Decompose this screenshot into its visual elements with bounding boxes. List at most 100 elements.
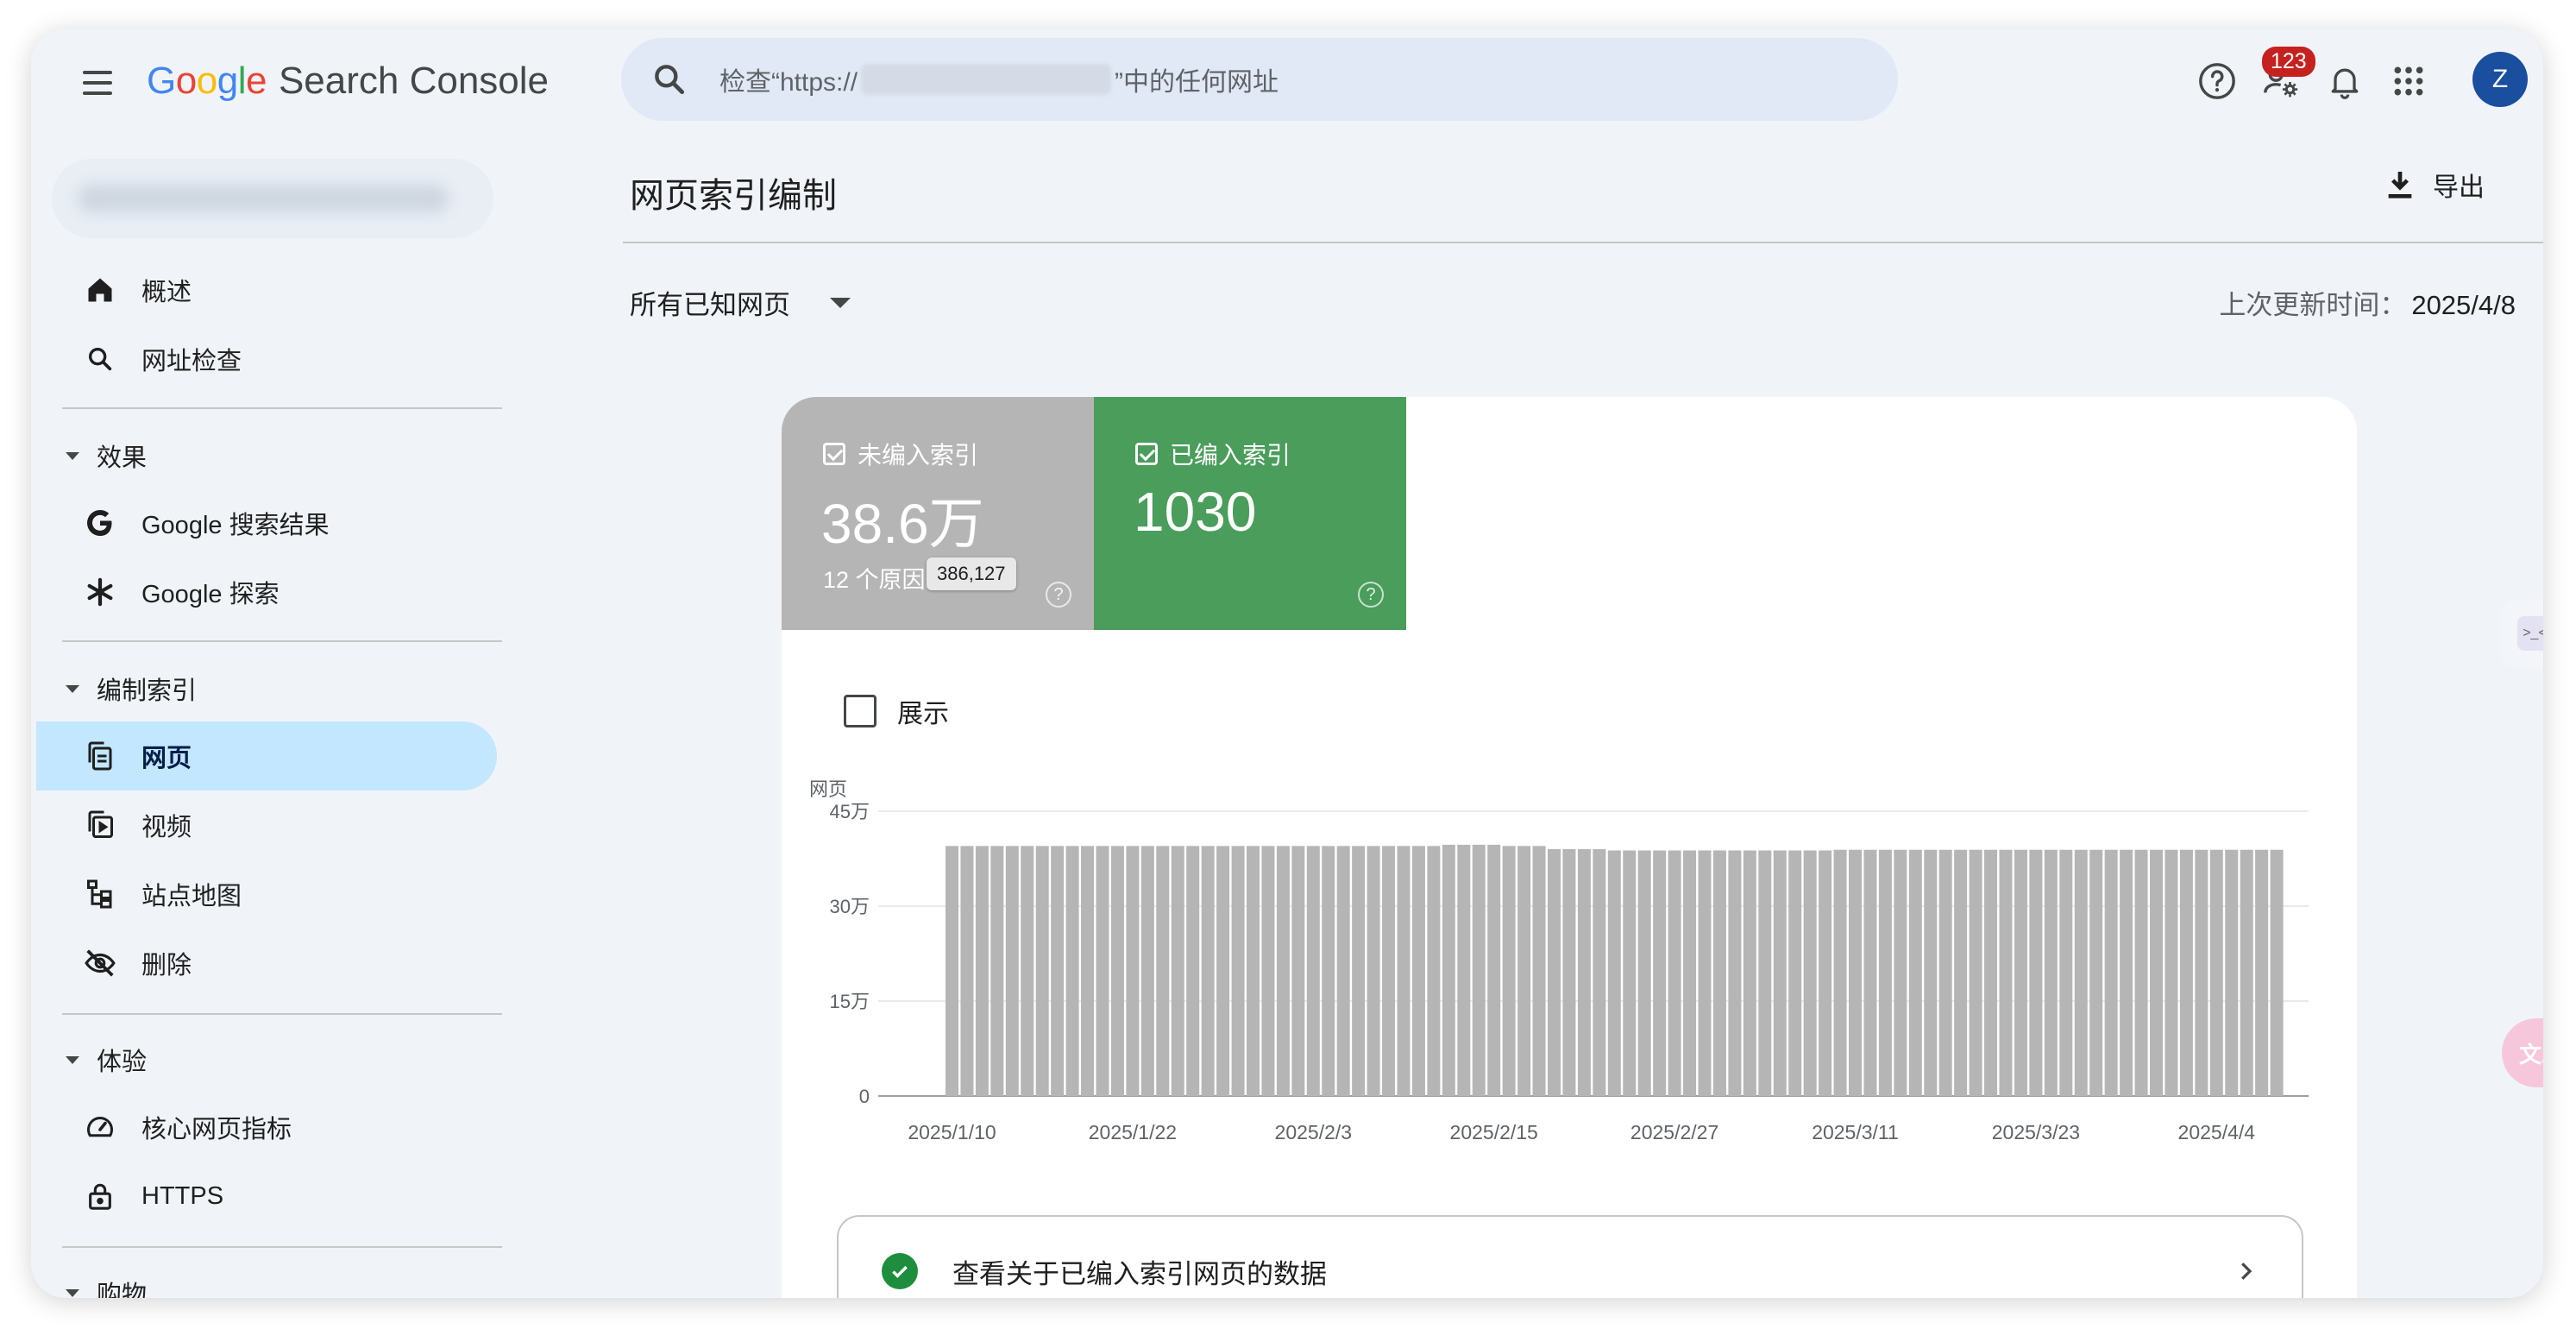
chart-bar[interactable]: [2225, 849, 2239, 1096]
chart-bar[interactable]: [1336, 846, 1350, 1096]
chart-bar[interactable]: [2074, 849, 2088, 1096]
chart-bar[interactable]: [1216, 846, 1230, 1096]
chart-bar[interactable]: [1758, 850, 1772, 1096]
chart-bar[interactable]: [1833, 849, 1847, 1096]
help-icon[interactable]: ?: [1358, 582, 1384, 608]
chart-bar[interactable]: [2120, 849, 2133, 1096]
chart-bar[interactable]: [1487, 844, 1501, 1096]
sidebar-item-google-search[interactable]: Google 搜索结果: [36, 488, 497, 557]
sidebar-item-sitemaps[interactable]: 站点地图: [36, 860, 497, 929]
chart-bar[interactable]: [1306, 846, 1320, 1096]
chart-bar[interactable]: [1668, 850, 1681, 1096]
chart-bar[interactable]: [1110, 846, 1124, 1096]
search-console-logo[interactable]: Google Search Console: [147, 55, 549, 107]
chart-bar[interactable]: [975, 846, 989, 1096]
chart-bar[interactable]: [1938, 849, 1952, 1096]
chart-bar[interactable]: [1502, 846, 1516, 1096]
chart-bar[interactable]: [1999, 849, 2013, 1096]
chart-bar[interactable]: [2164, 849, 2178, 1096]
indexed-metric[interactable]: 已编入索引 1030 ?: [1094, 397, 1406, 630]
property-selector[interactable]: [52, 159, 493, 238]
sidebar-item-pages[interactable]: 网页: [36, 721, 497, 790]
chart-bar[interactable]: [1653, 850, 1667, 1096]
search-placeholder[interactable]: 检查“https:// ”中的任何网址: [719, 60, 1279, 98]
chart-bar[interactable]: [1457, 844, 1471, 1096]
chart-bar[interactable]: [1051, 846, 1065, 1096]
chart-bar[interactable]: [1728, 850, 1742, 1096]
chart-bar[interactable]: [1548, 849, 1561, 1096]
chart-bar[interactable]: [1969, 849, 1982, 1096]
chart-bar[interactable]: [2044, 849, 2058, 1096]
chart-bar[interactable]: [1577, 849, 1591, 1096]
chart-bar[interactable]: [1683, 850, 1697, 1096]
sidebar-section-shopping[interactable]: 购物: [66, 1267, 147, 1298]
chart-bar[interactable]: [1005, 846, 1019, 1096]
chart-bar[interactable]: [1081, 846, 1095, 1096]
chart-bar[interactable]: [1035, 846, 1049, 1096]
chart-bar[interactable]: [1261, 846, 1275, 1096]
checkbox-checked-icon[interactable]: [1135, 443, 1158, 465]
url-inspection-search[interactable]: 检查“https:// ”中的任何网址: [621, 38, 1898, 121]
chart-bar[interactable]: [1954, 849, 1968, 1096]
sidebar-item-removals[interactable]: 删除: [36, 929, 497, 998]
export-button[interactable]: 导出: [2383, 166, 2485, 204]
chart-bar[interactable]: [2255, 849, 2269, 1096]
chart-bar[interactable]: [1442, 844, 1455, 1096]
chart-bar[interactable]: [2179, 849, 2193, 1096]
chart-bar[interactable]: [1698, 850, 1712, 1096]
chart-bar[interactable]: [1126, 846, 1140, 1096]
chart-bar[interactable]: [1411, 846, 1425, 1096]
chart-bar[interactable]: [1803, 850, 1817, 1096]
sidebar-item-url-inspection[interactable]: 网址检查: [36, 324, 497, 394]
sidebar-item-overview[interactable]: 概述: [36, 255, 497, 324]
chart-bar[interactable]: [1156, 846, 1170, 1096]
chart-bar[interactable]: [1637, 850, 1651, 1096]
chart-bar[interactable]: [1231, 846, 1245, 1096]
chart-bar[interactable]: [1819, 850, 1832, 1096]
chart-bar[interactable]: [1984, 849, 1998, 1096]
chart-bar[interactable]: [1291, 846, 1305, 1096]
chart-bar[interactable]: [1367, 846, 1380, 1096]
chart-bar[interactable]: [1517, 846, 1531, 1096]
extension-float-button[interactable]: >_<: [2500, 599, 2543, 668]
chart-bar[interactable]: [1894, 849, 1907, 1096]
chart-bar[interactable]: [1849, 849, 1862, 1096]
view-indexed-pages-link[interactable]: 查看关于已编入索引网页的数据: [837, 1215, 2303, 1298]
chart-bar[interactable]: [2195, 849, 2208, 1096]
page-filter-dropdown[interactable]: 所有已知网页: [630, 283, 851, 322]
checkbox-checked-icon[interactable]: [823, 443, 845, 465]
chart-bar[interactable]: [1472, 844, 1486, 1096]
chart-bar[interactable]: [1171, 846, 1184, 1096]
account-avatar[interactable]: Z: [2472, 52, 2528, 107]
chart-bar[interactable]: [1788, 850, 1802, 1096]
chart-bar[interactable]: [1924, 849, 1938, 1096]
chart-bar[interactable]: [2240, 849, 2253, 1096]
chart-bar[interactable]: [1743, 850, 1756, 1096]
sidebar-item-https[interactable]: HTTPS: [36, 1162, 497, 1231]
sidebar-item-videos[interactable]: 视频: [36, 790, 497, 860]
chart-bar[interactable]: [2089, 849, 2103, 1096]
chart-bar[interactable]: [1276, 846, 1290, 1096]
sidebar-section-performance[interactable]: 效果: [66, 430, 147, 482]
chart-bar[interactable]: [1186, 846, 1200, 1096]
main-menu-icon[interactable]: [78, 64, 116, 102]
chart-bar[interactable]: [960, 846, 974, 1096]
chart-bar[interactable]: [1562, 849, 1576, 1096]
sidebar-item-google-discover[interactable]: Google 探索: [36, 557, 497, 627]
sidebar-section-experience[interactable]: 体验: [66, 1034, 147, 1086]
chart-bar[interactable]: [2059, 849, 2073, 1096]
chart-bar[interactable]: [1021, 846, 1034, 1096]
chart-bar[interactable]: [1382, 846, 1396, 1096]
chart-bar[interactable]: [2270, 849, 2284, 1096]
chart-bar[interactable]: [1712, 850, 1726, 1096]
chart-bar[interactable]: [2029, 849, 2043, 1096]
help-icon[interactable]: ?: [1046, 582, 1071, 608]
chart-bar[interactable]: [1908, 849, 1922, 1096]
chart-bar[interactable]: [1593, 849, 1606, 1096]
show-impressions-checkbox[interactable]: 展示: [844, 692, 949, 730]
chart-bar[interactable]: [2209, 849, 2223, 1096]
chart-bar[interactable]: [1065, 846, 1079, 1096]
sidebar-section-indexing[interactable]: 编制索引: [66, 663, 197, 715]
chart-bar[interactable]: [1140, 846, 1154, 1096]
chart-bar[interactable]: [1427, 846, 1441, 1096]
